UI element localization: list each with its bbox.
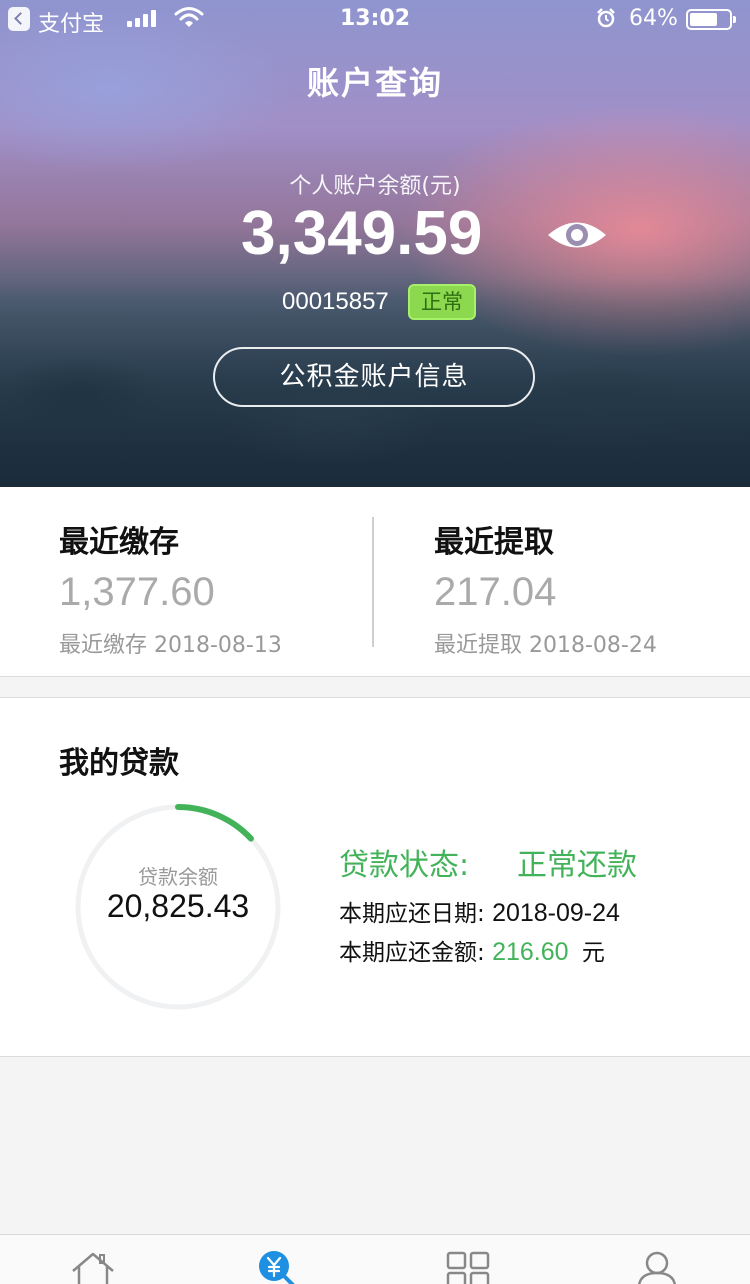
loan-balance: 20,825.43 [106,888,250,924]
due-date-label: 本期应还日期: [339,901,485,927]
recent-withdrawal-amount: 217.04 [434,570,557,614]
loan-status-value: 正常还款 [517,848,637,883]
recent-withdrawal-title: 最近提取 [434,525,554,560]
recent-activity-card: 最近缴存 1,377.60 最近缴存 2018-08-13 最近提取 217.0… [0,487,750,677]
recent-withdrawal-date: 最近提取 2018-08-24 [434,633,657,658]
status-bar: 支付宝 13:02 64% [0,0,750,40]
recent-deposit-amount: 1,377.60 [59,570,215,614]
loan-title: 我的贷款 [59,746,179,781]
loan-card[interactable]: 我的贷款 贷款余额 20,825.43 贷款状态: 正常还款 本期应还日期: 2… [0,697,750,1057]
due-date-row: 本期应还日期: 2018-09-24 [339,894,620,928]
account-status-badge: 正常 [408,284,476,320]
tab-bar [0,1234,750,1284]
due-amount-label: 本期应还金额: [339,940,485,966]
home-icon [72,1252,114,1284]
tab-account-query[interactable] [187,1235,374,1284]
battery-percentage: 64% [629,6,678,31]
column-divider [372,517,374,647]
alarm-icon [597,8,615,28]
loan-balance-label: 贷款余额 [138,865,218,889]
eye-icon[interactable] [546,214,608,256]
recent-deposit-date: 最近缴存 2018-08-13 [59,633,282,658]
tab-services[interactable] [374,1235,561,1284]
person-icon [637,1251,677,1284]
account-number: 00015857 [282,288,389,315]
recent-deposit-title: 最近缴存 [59,525,179,560]
due-amount-value: 216.60 [492,938,569,966]
tab-profile[interactable] [561,1235,748,1284]
tab-home[interactable] [0,1235,187,1284]
account-balance: 3,349.59 [241,199,483,268]
due-amount-row: 本期应还金额: 216.60 元 [339,933,605,967]
account-header: 支付宝 13:02 64% 账户查询 个人账户余额(元) 3,349.59 00… [0,0,750,487]
due-amount-unit: 元 [581,940,605,966]
battery-icon [686,9,736,30]
yuan-search-icon [259,1251,295,1284]
account-info-button[interactable]: 公积金账户信息 [213,347,535,407]
page-title: 账户查询 [306,64,443,102]
loan-status-label: 贷款状态: [339,848,470,883]
balance-label: 个人账户余额(元) [289,174,461,199]
grid-icon [446,1251,490,1284]
due-date-value: 2018-09-24 [492,899,620,927]
